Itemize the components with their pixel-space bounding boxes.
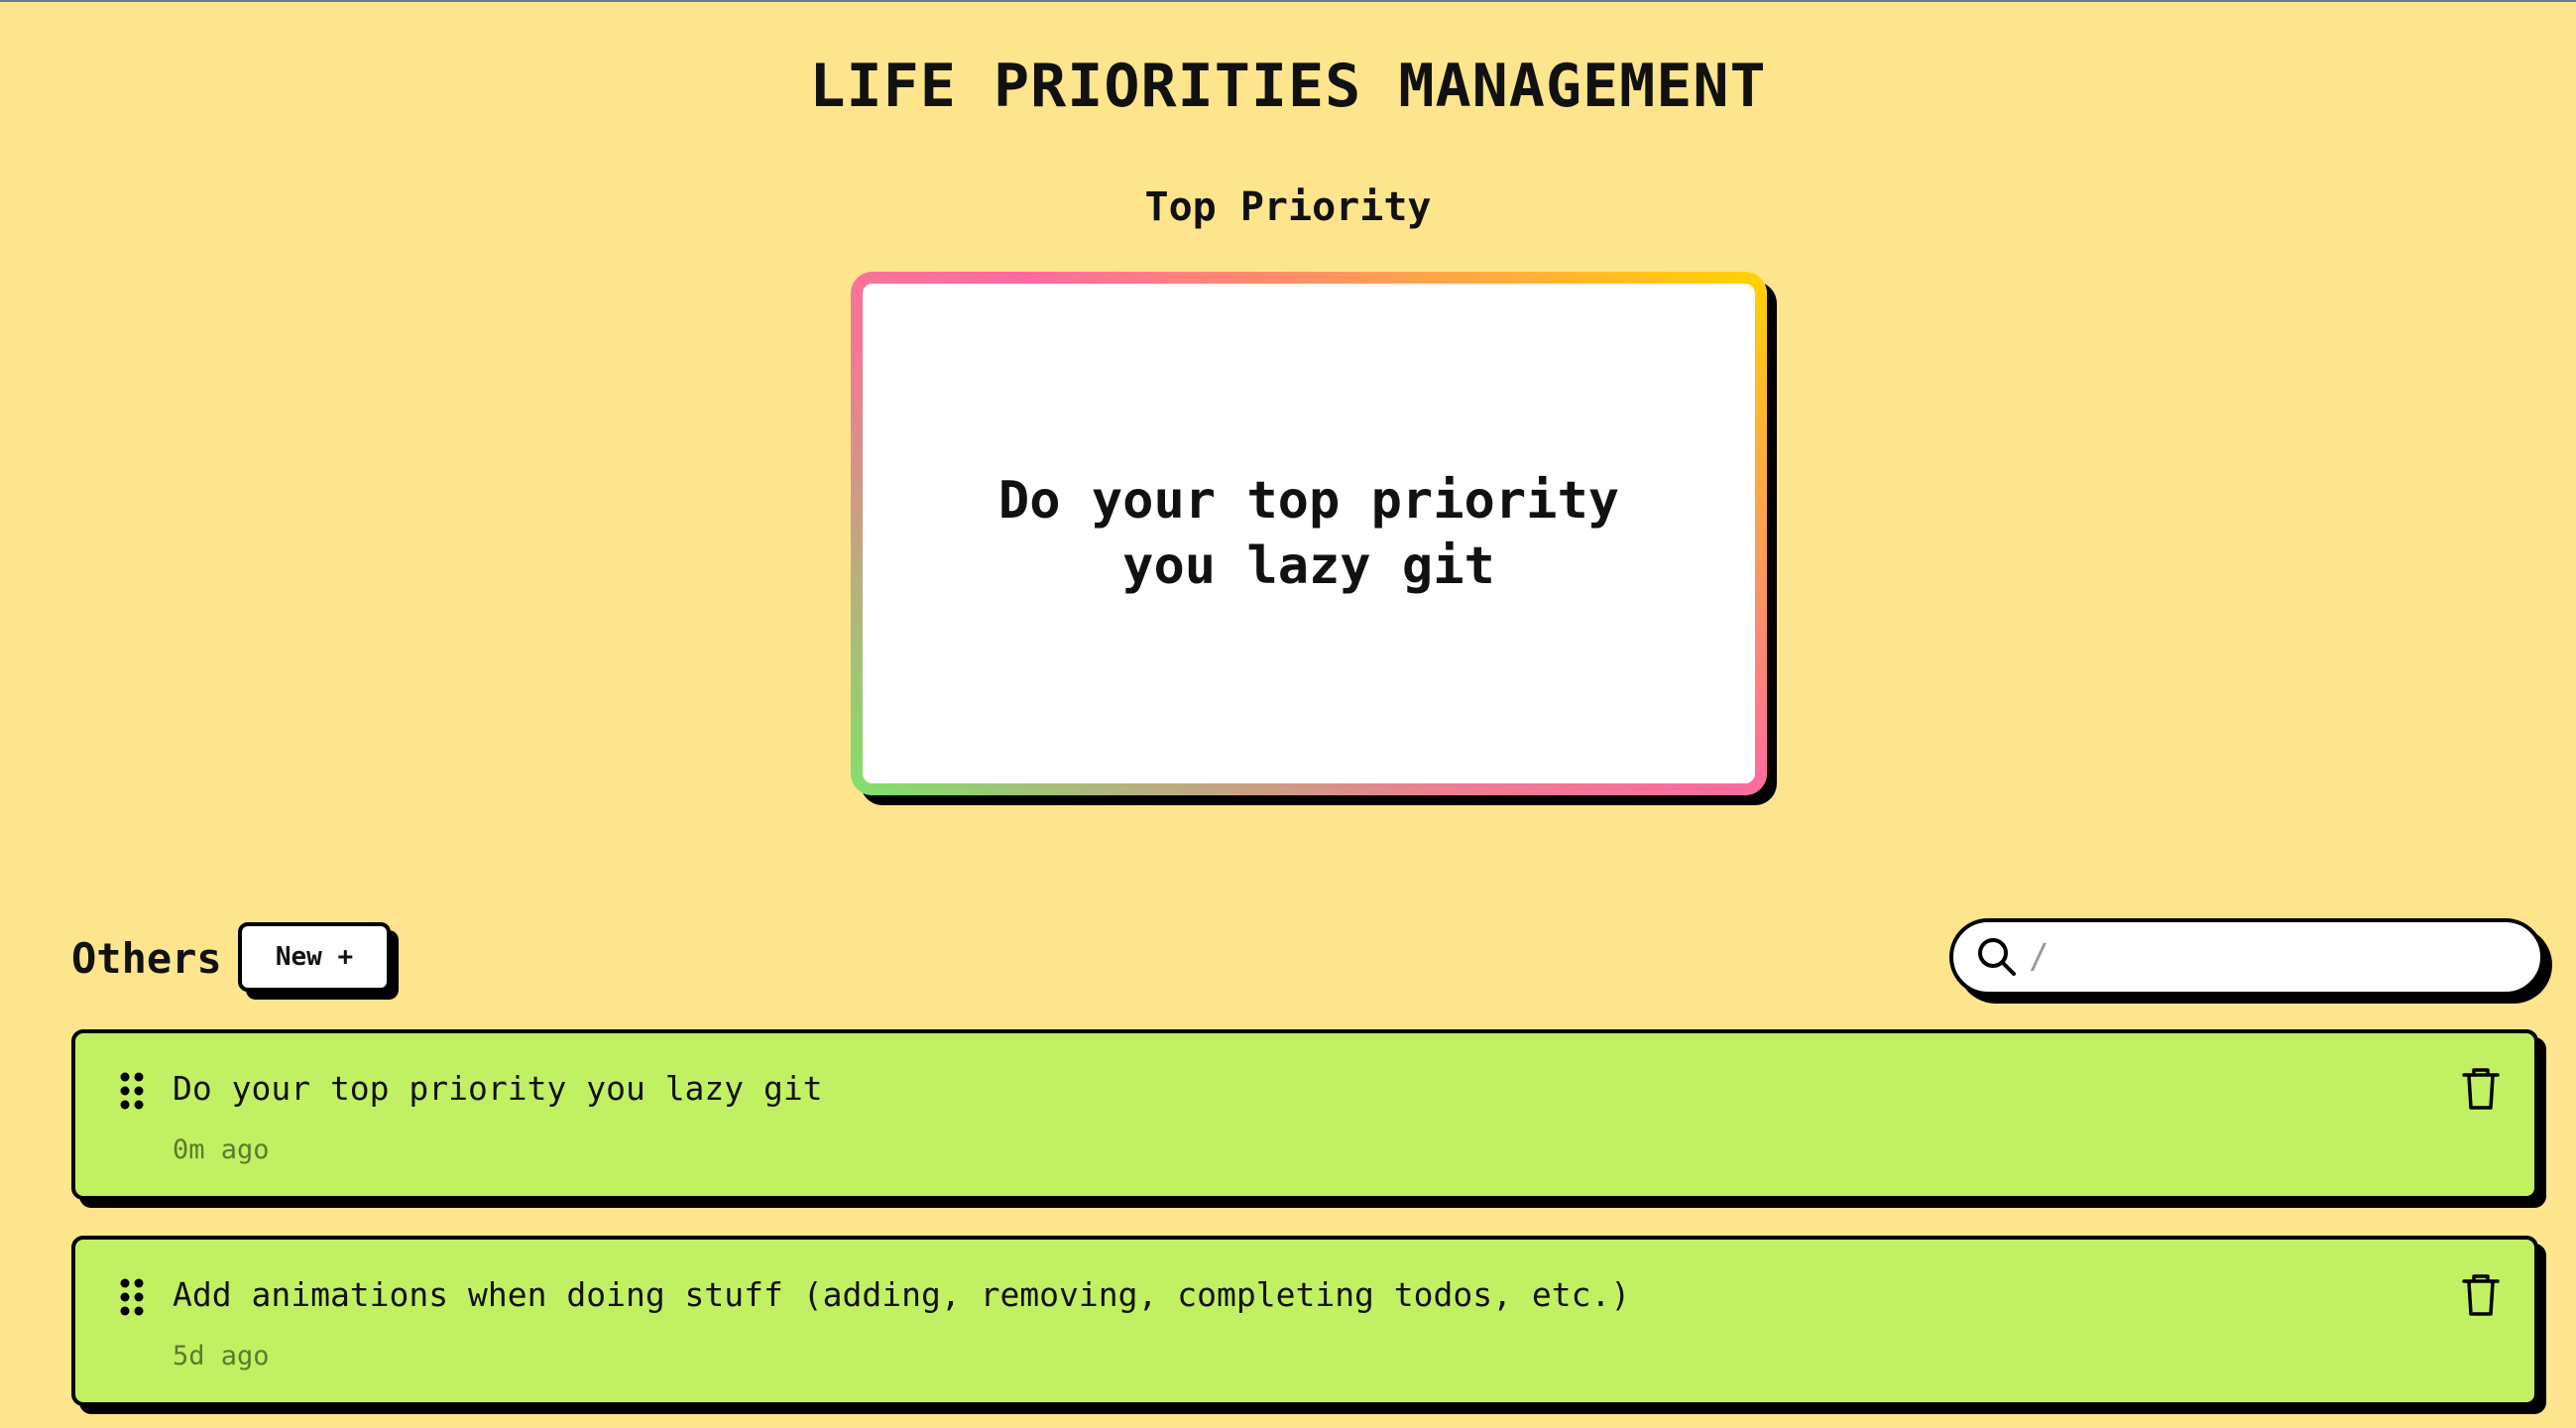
todo-timestamp: 0m ago [173,1134,270,1165]
todo-text: Add animations when doing stuff (adding,… [173,1275,1631,1314]
page-title: LIFE PRIORITIES MANAGEMENT [809,52,1767,121]
drag-handle-icon[interactable] [119,1277,145,1317]
todo-item[interactable]: Do your top priority you lazy git 0m ago [71,1029,2538,1200]
search-box[interactable] [1949,918,2544,996]
trash-icon[interactable] [2461,1067,2501,1111]
top-priority-card[interactable]: Do your top priority you lazy git [851,272,1767,795]
search-icon [1975,935,2019,979]
trash-icon[interactable] [2461,1273,2501,1317]
top-priority-heading: Top Priority [1144,184,1432,230]
drag-handle-icon[interactable] [119,1071,145,1111]
todo-item[interactable]: Add animations when doing stuff (adding,… [71,1236,2538,1406]
new-todo-button[interactable]: New + [238,922,391,992]
window-top-border [0,0,2576,2]
todo-text: Do your top priority you lazy git [173,1069,823,1108]
top-priority-text: Do your top priority you lazy git [997,471,1620,596]
todo-timestamp: 5d ago [173,1341,270,1371]
search-input[interactable] [2027,936,2507,978]
others-heading: Others [71,934,222,983]
